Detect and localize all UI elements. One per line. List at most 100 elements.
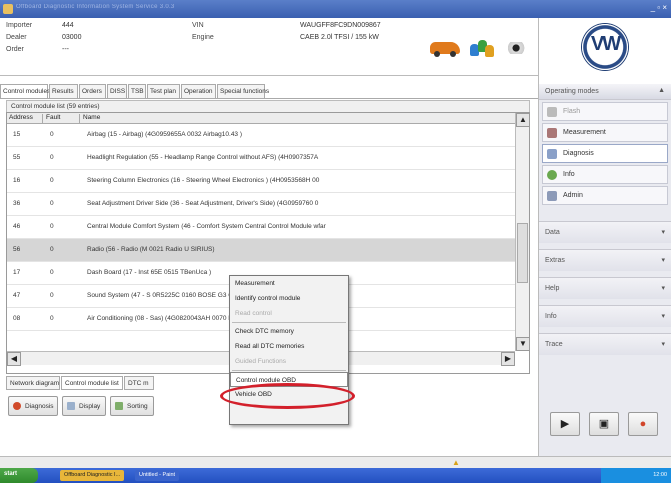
- sidebar-group-info[interactable]: Info ▾: [539, 305, 671, 327]
- menu-item-measurement[interactable]: Measurement: [230, 276, 348, 291]
- window-controls[interactable]: _ ▫ ×: [651, 3, 667, 12]
- row-address: 36: [13, 200, 21, 207]
- sidebar-group-help[interactable]: Help ▾: [539, 277, 671, 299]
- row-address: 56: [13, 246, 21, 253]
- vehicle-icon[interactable]: [430, 42, 460, 57]
- row-address: 16: [13, 177, 21, 184]
- row-fault: 0: [50, 154, 54, 161]
- row-name: Headlight Regulation (55 - Headlamp Rang…: [87, 154, 319, 161]
- exit-button[interactable]: ●: [628, 412, 658, 436]
- tabs-divider: [0, 98, 538, 99]
- display-button-label: Display: [79, 403, 101, 410]
- document-button[interactable]: ▣: [589, 412, 619, 436]
- flash-icon: [547, 107, 557, 117]
- scroll-right-arrow-icon[interactable]: ▶: [501, 352, 515, 366]
- menu-item-read-control: Read control: [235, 310, 272, 317]
- system-tray: 12:00: [601, 468, 671, 483]
- row-fault: 0: [50, 315, 54, 322]
- operating-modes-header[interactable]: Operating modes ▲: [539, 84, 671, 100]
- warning-icon[interactable]: ▲: [452, 458, 460, 467]
- app-icon: [3, 4, 13, 14]
- vehicle-info-header: Importer 444 Dealer 03000 Order --- VIN …: [0, 18, 538, 76]
- start-button[interactable]: start: [0, 468, 38, 483]
- header-icons: [430, 38, 530, 60]
- column-fault[interactable]: Fault: [44, 114, 80, 124]
- display-button[interactable]: Display: [62, 396, 106, 416]
- row-name: Central Module Comfort System (46 - Comf…: [87, 223, 326, 230]
- diagnosis-button[interactable]: Diagnosis: [8, 396, 58, 416]
- operating-modes-label: Operating modes: [545, 88, 599, 95]
- table-row[interactable]: 36 0 Seat Adjustment Driver Side (36 - Sea…: [7, 193, 515, 216]
- sidebar-item-label: Info: [563, 171, 575, 178]
- table-row[interactable]: 55 0 Headlight Regulation (55 - Headlamp R…: [7, 147, 515, 170]
- table-row[interactable]: 15 0 Airbag (15 - Airbag) (4G0959655A 0032…: [7, 124, 515, 147]
- row-address: 55: [13, 154, 21, 161]
- window-title: Offboard Diagnostic Information System S…: [16, 4, 175, 10]
- tab-control-modules[interactable]: Control modules: [0, 84, 50, 98]
- tab-network-diagram[interactable]: Network diagram: [6, 376, 60, 390]
- highlight-circle: [220, 383, 355, 409]
- row-fault: 0: [50, 292, 54, 299]
- row-fault: 0: [50, 246, 54, 253]
- scroll-down-arrow-icon[interactable]: ▼: [516, 337, 530, 351]
- tab-results[interactable]: Results: [49, 84, 78, 98]
- expand-icon: ▾: [661, 285, 665, 292]
- menu-item-check-dtc-memory[interactable]: Check DTC memory: [230, 324, 348, 339]
- users-icon[interactable]: [470, 40, 494, 58]
- tab-diss[interactable]: DISS: [107, 84, 127, 98]
- tab-test-plan[interactable]: Test plan: [147, 84, 180, 98]
- tab-control-module-list[interactable]: Control module list: [61, 376, 123, 390]
- brand-panel: VW: [538, 18, 671, 84]
- scroll-thumb[interactable]: [517, 223, 528, 283]
- forward-button[interactable]: ▶: [550, 412, 580, 436]
- column-name[interactable]: Name: [81, 114, 515, 124]
- tab-tsb[interactable]: TSB: [128, 84, 146, 98]
- row-fault: 0: [50, 131, 54, 138]
- vin-label: VIN: [192, 22, 204, 29]
- taskbar-app-paint[interactable]: Untitled - Paint: [135, 470, 180, 481]
- scroll-up-arrow-icon[interactable]: ▲: [516, 113, 530, 127]
- sorting-button[interactable]: Sorting: [110, 396, 154, 416]
- row-name: Steering Column Electronics (16 - Steeri…: [87, 177, 320, 184]
- measurement-icon: [547, 128, 557, 138]
- sidebar-item-flash[interactable]: Flash: [542, 102, 668, 121]
- sidebar-item-measurement[interactable]: Measurement: [542, 123, 668, 142]
- sidebar-group-extras[interactable]: Extras ▾: [539, 249, 671, 271]
- tab-orders[interactable]: Orders: [79, 84, 106, 98]
- menu-item-read-all-dtc-memories[interactable]: Read all DTC memories: [230, 339, 348, 354]
- table-row-selected[interactable]: 56 0 Radio (56 - Radio (M 0021 Radio U SIR…: [7, 239, 515, 262]
- view-icon[interactable]: [504, 42, 526, 54]
- table-row[interactable]: 46 0 Central Module Comfort System (46 - C…: [7, 216, 515, 239]
- vertical-scrollbar[interactable]: ▲ ▼: [515, 113, 530, 351]
- diagnosis-icon: [13, 402, 21, 410]
- sorting-icon: [115, 402, 123, 410]
- row-fault: 0: [50, 200, 54, 207]
- vw-logo-mark: VW: [590, 33, 621, 55]
- sidebar-group-trace[interactable]: Trace ▾: [539, 333, 671, 355]
- sidebar-item-diagnosis[interactable]: Diagnosis: [542, 144, 668, 163]
- column-address[interactable]: Address: [7, 114, 43, 124]
- sidebar-item-admin[interactable]: Admin: [542, 186, 668, 205]
- row-address: 08: [13, 315, 21, 322]
- main-tabs: Control modules Results Orders DISS TSB …: [0, 84, 538, 99]
- sidebar-item-info[interactable]: Info: [542, 165, 668, 184]
- tab-operation[interactable]: Operation: [181, 84, 216, 98]
- sidebar-group-data[interactable]: Data ▾: [539, 221, 671, 243]
- sidebar-group-label: Data: [545, 229, 560, 236]
- scroll-left-arrow-icon[interactable]: ◀: [7, 352, 21, 366]
- menu-item-identify-control-module[interactable]: Identify control module: [230, 291, 348, 306]
- row-name: Radio (56 - Radio (M 0021 Radio U SIRIUS…: [87, 246, 215, 253]
- info-icon: [547, 170, 557, 180]
- admin-icon: [547, 191, 557, 201]
- tab-dtc-memory[interactable]: DTC m: [124, 376, 154, 390]
- tab-special-functions[interactable]: Special functions: [217, 84, 269, 98]
- list-caption: Control module list (59 entries): [6, 100, 530, 112]
- taskbar: start Offboard Diagnostic I... Untitled …: [0, 468, 671, 483]
- importer-value: 444: [62, 22, 74, 29]
- taskbar-app-odis[interactable]: Offboard Diagnostic I...: [60, 470, 125, 481]
- dealer-label: Dealer: [6, 34, 27, 41]
- table-row[interactable]: 16 0 Steering Column Electronics (16 - Ste…: [7, 170, 515, 193]
- column-header: Address Fault Name: [7, 113, 515, 124]
- row-name: Sound System (47 - S 0R5225C 0160 BOSE G…: [87, 292, 237, 299]
- row-address: 15: [13, 131, 21, 138]
